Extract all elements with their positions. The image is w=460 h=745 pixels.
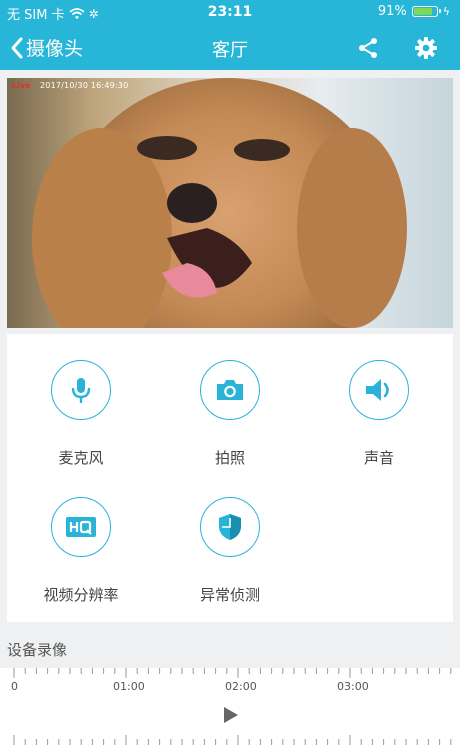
- snapshot-label: 拍照: [214, 449, 245, 467]
- battery-fill: [413, 8, 432, 15]
- snapshot-circle: [200, 360, 260, 420]
- back-button[interactable]: 摄像头: [10, 34, 83, 61]
- dog-image: [32, 78, 407, 328]
- timeline-label: 01:00: [113, 680, 145, 693]
- share-button[interactable]: [356, 36, 380, 64]
- speaker-icon: [366, 379, 389, 401]
- microphone-icon: [71, 378, 91, 403]
- timeline-label: 02:00: [225, 680, 257, 693]
- back-label: 摄像头: [26, 38, 84, 60]
- resolution-circle: [51, 497, 111, 557]
- timeline-label: 03:00: [337, 680, 369, 693]
- share-icon: [359, 38, 377, 58]
- live-video-view[interactable]: Live 2017/10/30 16:49:30: [7, 78, 453, 328]
- camera-icon: [217, 380, 243, 400]
- live-badge: Live: [12, 81, 31, 90]
- status-right: 91% ϟ: [378, 4, 450, 19]
- resolution-button[interactable]: 视频分辨率: [21, 497, 141, 605]
- recording-timeline[interactable]: 0 01:00 02:00 03:00: [0, 668, 460, 745]
- battery-icon: [411, 6, 441, 17]
- control-panel: 麦克风 拍照 声音 视频分辨率 异常侦测: [7, 334, 453, 622]
- microphone-button[interactable]: 麦克风: [21, 360, 141, 468]
- microphone-label: 麦克风: [58, 449, 104, 467]
- hq-icon: [66, 517, 96, 537]
- sound-button[interactable]: 声音: [319, 360, 439, 468]
- shield-icon: [219, 514, 241, 540]
- sound-circle: [349, 360, 409, 420]
- gear-icon: [415, 37, 437, 59]
- chevron-left-icon: [11, 37, 23, 58]
- sound-label: 声音: [363, 449, 394, 467]
- nav-bar: 摄像头 客厅: [0, 26, 460, 70]
- timeline-label: 0: [11, 680, 18, 693]
- microphone-circle: [51, 360, 111, 420]
- section-title: 设备录像: [7, 641, 68, 659]
- play-icon[interactable]: [223, 706, 239, 724]
- resolution-label: 视频分辨率: [43, 586, 119, 604]
- battery-percent: 91%: [377, 4, 407, 19]
- anomaly-detection-button[interactable]: 异常侦测: [170, 497, 290, 605]
- snapshot-button[interactable]: 拍照: [170, 360, 290, 468]
- video-timestamp: 2017/10/30 16:49:30: [40, 81, 129, 90]
- anomaly-detection-circle: [200, 497, 260, 557]
- status-bar: 无 SIM 卡 ✲ 23:11 91% ϟ: [0, 0, 460, 26]
- charging-icon: ϟ: [442, 5, 450, 18]
- settings-button[interactable]: [414, 36, 438, 64]
- anomaly-detection-label: 异常侦测: [199, 586, 260, 604]
